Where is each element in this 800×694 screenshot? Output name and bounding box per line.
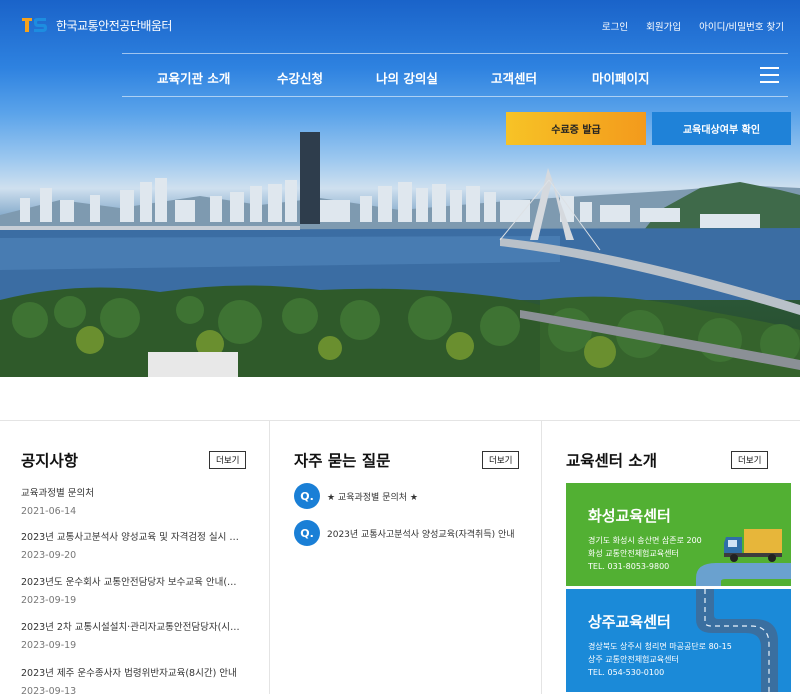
logo-mark-icon <box>22 18 47 32</box>
notice-item-date: 2023-09-20 <box>21 550 77 561</box>
center-facility: 화성 교통안전체험교육센터 <box>588 549 679 558</box>
center-facility: 상주 교통안전체험교육센터 <box>588 655 679 664</box>
logo-text: 한국교통안전공단배움터 <box>56 18 172 33</box>
notice-item[interactable]: 2023년 제주 운수종사자 법령위반자교육(8시간) 안내 2023-09-1… <box>21 665 241 694</box>
center-card-hwaseong[interactable]: 화성교육센터 경기도 화성시 송산면 삼존로 200 화성 교통안전체험교육센터… <box>566 483 791 586</box>
nav-item-support[interactable]: 고객센터 <box>491 68 537 87</box>
centers-panel: 교육센터 소개 더보기 화성교육센터 경기도 화성시 송산면 삼존로 200 화… <box>542 421 800 694</box>
content-section: 공지사항 더보기 교육과정별 문의처 2021-06-14 2023년 교통사고… <box>0 420 800 694</box>
nav-item-enroll[interactable]: 수강신청 <box>277 68 323 87</box>
site-logo[interactable]: 한국교통안전공단배움터 <box>22 16 172 34</box>
notice-item-title: 2023년 제주 운수종사자 법령위반자교육(8시간) 안내 <box>21 668 237 679</box>
notice-item-title: 2023년 2차 교통시설설치·관리자교통안전담당자(시설) 안내 <box>21 622 241 633</box>
faq-more-button[interactable]: 더보기 <box>482 451 520 469</box>
truck-icon <box>724 529 782 562</box>
notice-item-title: 2023년도 운수회사 교통안전담당자 보수교육 안내(2차) <box>21 577 241 588</box>
notice-item-title: 2023년 교통사고분석사 양성교육 및 자격검정 실시 안내 <box>21 532 241 543</box>
center-phone: TEL. 031-8053-9800 <box>588 562 670 571</box>
faq-item-title: ★ 교육과정별 문의처 ★ <box>327 492 418 503</box>
certificate-issue-button[interactable]: 수료증 발급 <box>506 112 646 145</box>
nav-item-about[interactable]: 교육기관 소개 <box>157 68 230 87</box>
nav-item-my-classroom[interactable]: 나의 강의실 <box>376 68 438 87</box>
notice-item[interactable]: 2023년 교통사고분석사 양성교육 및 자격검정 실시 안내 2023-09-… <box>21 529 241 561</box>
center-address: 경상북도 상주시 청리면 마공공단로 80-15 <box>588 642 732 651</box>
top-bar: 한국교통안전공단배움터 로그인 회원가입 아이디/비밀번호 찾기 <box>0 0 800 54</box>
notice-item-date: 2023-09-19 <box>21 595 77 606</box>
notice-item-date: 2023-09-13 <box>21 686 77 694</box>
center-address: 경기도 화성시 송산면 삼존로 200 <box>588 536 702 545</box>
faq-panel: 자주 묻는 질문 더보기 Q. ★ 교육과정별 문의처 ★ Q. 2023년 교… <box>270 421 542 694</box>
hamburger-menu-icon[interactable] <box>760 67 779 83</box>
notice-panel: 공지사항 더보기 교육과정별 문의처 2021-06-14 2023년 교통사고… <box>0 421 270 694</box>
login-link[interactable]: 로그인 <box>602 19 628 33</box>
notice-more-button[interactable]: 더보기 <box>209 451 247 469</box>
notice-item-date: 2023-09-19 <box>21 640 77 651</box>
eligibility-check-button[interactable]: 교육대상여부 확인 <box>652 112 791 145</box>
nav-bottom-divider <box>122 96 788 97</box>
faq-item[interactable]: Q. 2023년 교통사고분석사 양성교육(자격취득) 안내 <box>294 520 527 546</box>
center-name: 화성교육센터 <box>588 507 671 525</box>
faq-q-badge: Q. <box>294 520 320 546</box>
notice-item[interactable]: 교육과정별 문의처 2021-06-14 <box>21 485 241 517</box>
notice-title: 공지사항 <box>21 452 79 470</box>
faq-item[interactable]: Q. ★ 교육과정별 문의처 ★ <box>294 483 527 509</box>
notice-item[interactable]: 2023년 2차 교통시설설치·관리자교통안전담당자(시설) 안내 2023-0… <box>21 619 241 651</box>
faq-title: 자주 묻는 질문 <box>294 452 391 470</box>
hero-banner: 한국교통안전공단배움터 로그인 회원가입 아이디/비밀번호 찾기 교육기관 소개… <box>0 0 800 377</box>
notice-item-title: 교육과정별 문의처 <box>21 488 94 499</box>
faq-q-badge: Q. <box>294 483 320 509</box>
utility-links: 로그인 회원가입 아이디/비밀번호 찾기 <box>602 19 784 33</box>
center-card-sangju[interactable]: 상주교육센터 경상북도 상주시 청리면 마공공단로 80-15 상주 교통안전체… <box>566 589 791 692</box>
centers-title: 교육센터 소개 <box>566 452 657 470</box>
notice-item-date: 2021-06-14 <box>21 506 77 517</box>
center-phone: TEL. 054-530-0100 <box>588 668 665 677</box>
centers-more-button[interactable]: 더보기 <box>731 451 769 469</box>
find-account-link[interactable]: 아이디/비밀번호 찾기 <box>699 19 784 33</box>
main-navigation: 교육기관 소개 수강신청 나의 강의실 고객센터 마이페이지 <box>122 54 788 97</box>
signup-link[interactable]: 회원가입 <box>646 19 681 33</box>
nav-item-mypage[interactable]: 마이페이지 <box>592 68 650 87</box>
notice-item[interactable]: 2023년도 운수회사 교통안전담당자 보수교육 안내(2차) 2023-09-… <box>21 574 241 606</box>
faq-item-title: 2023년 교통사고분석사 양성교육(자격취득) 안내 <box>327 529 515 540</box>
center-name: 상주교육센터 <box>588 613 671 631</box>
